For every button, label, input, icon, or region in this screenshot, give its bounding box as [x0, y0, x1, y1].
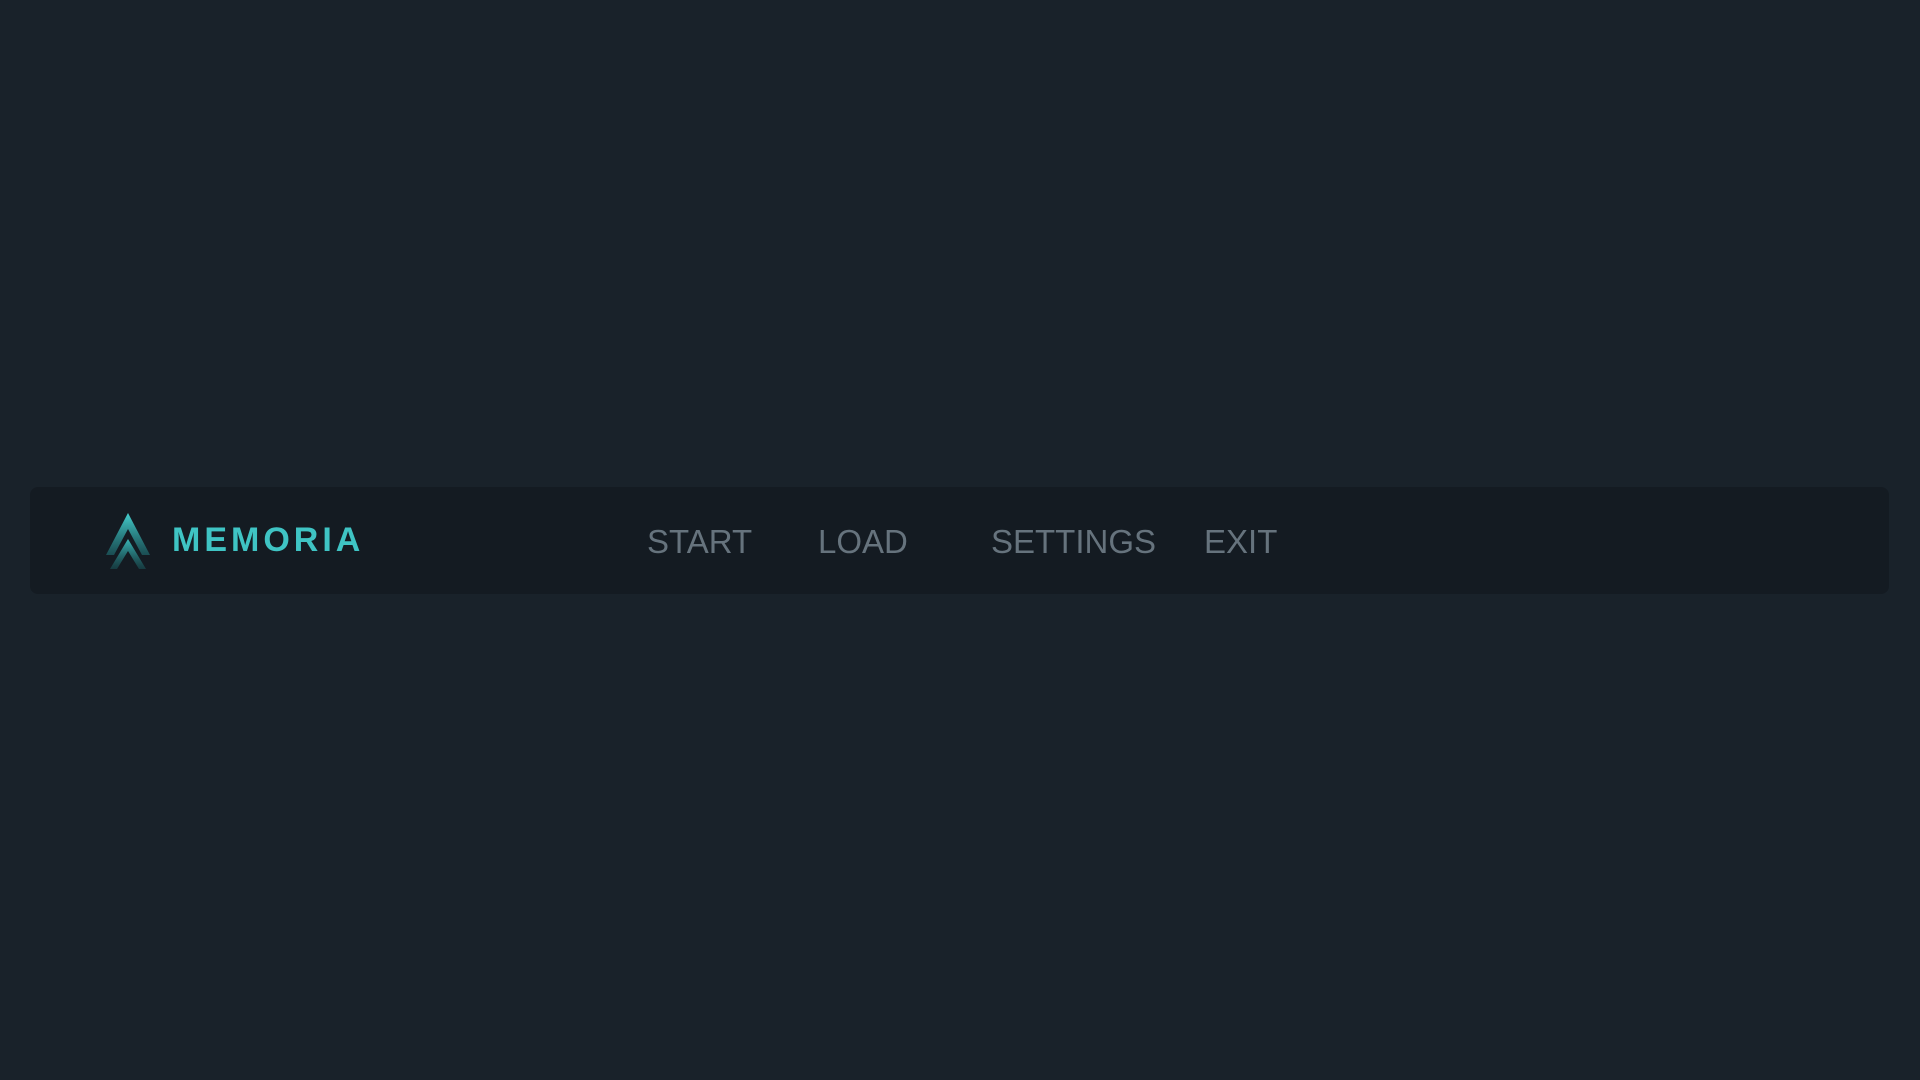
start-button[interactable]: START — [647, 487, 752, 594]
load-button[interactable]: LOAD — [818, 487, 908, 594]
game-title: MEMORIA — [172, 521, 365, 559]
main-menu-bar: MEMORIA START LOAD SETTINGS EXIT — [30, 487, 1889, 594]
chevron-peak-icon — [96, 511, 160, 571]
settings-button[interactable]: SETTINGS — [991, 487, 1156, 594]
exit-button[interactable]: EXIT — [1204, 487, 1277, 594]
main-menu-screen: MEMORIA START LOAD SETTINGS EXIT — [0, 0, 1920, 1080]
